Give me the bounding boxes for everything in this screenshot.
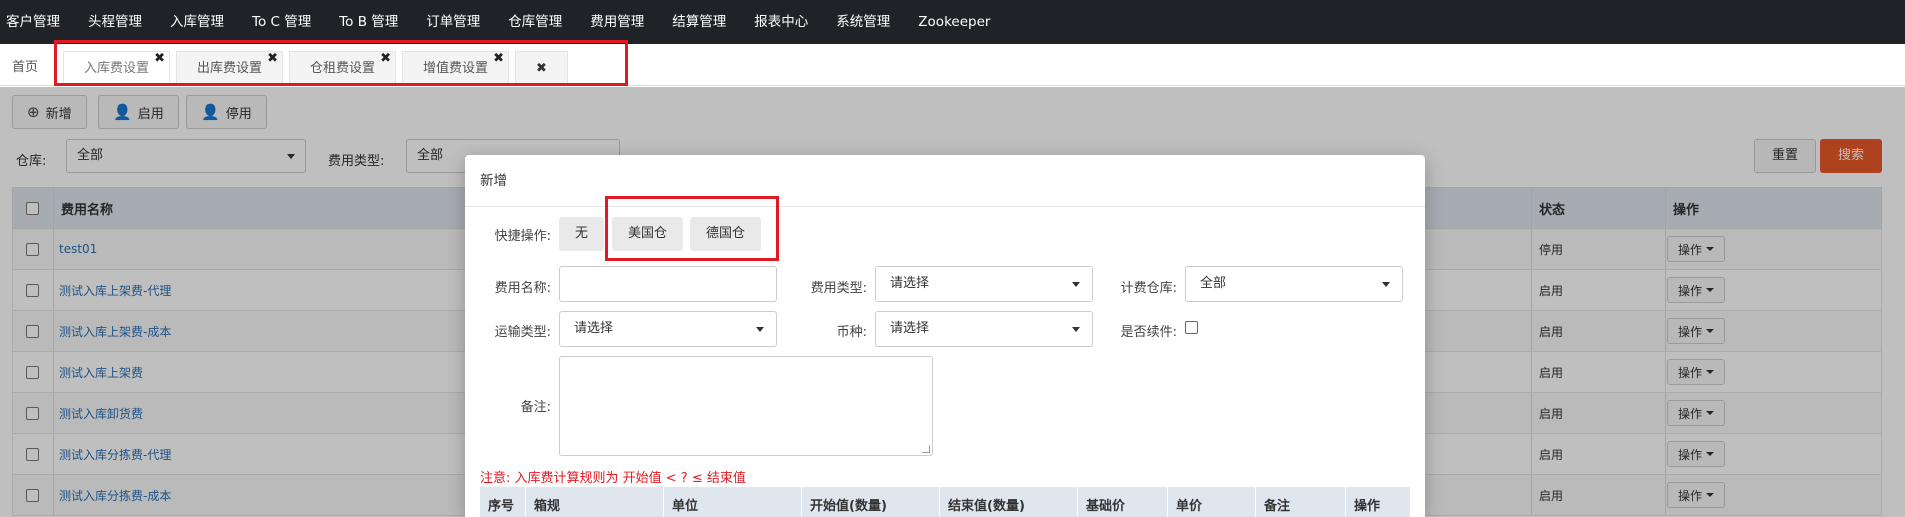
rule-table-header: 序号 箱规 单位 开始值(数量) 结束值(数量) 基础价 单价 备注 操作 [480, 487, 1410, 517]
quick-none-button[interactable]: 无 [559, 217, 605, 251]
close-all-tabs-button[interactable]: ✖ [515, 51, 568, 85]
renew-label: 是否续件: [1120, 325, 1177, 340]
tab-label: 增值费设置 [423, 61, 489, 76]
rule-header-box-spec: 箱规 [526, 487, 664, 517]
nav-zookeeper[interactable]: Zookeeper [904, 0, 1004, 44]
rule-header-end: 结束值(数量) [940, 487, 1078, 517]
quick-action-label: 快捷操作: [494, 229, 551, 244]
fee-type-select[interactable]: 请选择 [875, 266, 1093, 302]
fee-type-label: 费用类型: [810, 281, 867, 296]
modal-title: 新增 [465, 155, 1425, 207]
tab-home[interactable]: 首页 [0, 51, 51, 85]
nav-to-b[interactable]: To B 管理 [325, 0, 412, 44]
top-navbar: 客户管理 头程管理 入库管理 To C 管理 To B 管理 订单管理 仓库管理… [0, 0, 1905, 44]
nav-system[interactable]: 系统管理 [822, 0, 904, 44]
currency-value: 请选择 [890, 321, 930, 336]
caret-down-icon [756, 327, 764, 332]
rule-header-unit-price: 单价 [1168, 487, 1256, 517]
fee-name-label: 费用名称: [494, 281, 551, 296]
nav-first-leg[interactable]: 头程管理 [74, 0, 156, 44]
rule-header-remark: 备注 [1256, 487, 1346, 517]
tab-label: 出库费设置 [197, 61, 263, 76]
tab-storage-fee[interactable]: 仓租费设置 ✖ [289, 51, 397, 85]
quick-de-warehouse-button[interactable]: 德国仓 [690, 217, 762, 251]
renew-checkbox[interactable] [1185, 321, 1198, 334]
tab-bar: 首页 入库费设置 ✖ 出库费设置 ✖ 仓租费设置 ✖ 增值费设置 ✖ ✖ [0, 44, 1905, 86]
currency-select[interactable]: 请选择 [875, 311, 1093, 347]
close-icon[interactable]: ✖ [267, 42, 278, 76]
close-icon[interactable]: ✖ [380, 42, 391, 76]
nav-customer[interactable]: 客户管理 [0, 0, 74, 44]
nav-inbound[interactable]: 入库管理 [156, 0, 238, 44]
fee-type-value: 请选择 [890, 276, 930, 291]
add-fee-modal: 新增 快捷操作: 无 美国仓 德国仓 费用名称: 费用类型: 请选择 计费仓库:… [465, 155, 1425, 517]
nav-reports[interactable]: 报表中心 [740, 0, 822, 44]
currency-label: 币种: [836, 325, 867, 340]
tab-value-added-fee[interactable]: 增值费设置 ✖ [402, 51, 510, 85]
transport-type-label: 运输类型: [494, 325, 551, 340]
transport-type-value: 请选择 [574, 321, 614, 336]
caret-down-icon [1072, 282, 1080, 287]
nav-settlement[interactable]: 结算管理 [658, 0, 740, 44]
resize-handle-icon[interactable] [922, 445, 930, 453]
fee-name-input[interactable] [559, 266, 777, 302]
close-icon[interactable]: ✖ [154, 42, 165, 76]
quick-us-warehouse-button[interactable]: 美国仓 [612, 217, 684, 251]
nav-to-c[interactable]: To C 管理 [238, 0, 325, 44]
caret-down-icon [1072, 327, 1080, 332]
remark-textarea[interactable] [559, 356, 933, 456]
tab-label: 入库费设置 [84, 61, 150, 76]
billing-warehouse-label: 计费仓库: [1120, 281, 1177, 296]
rule-header-base-price: 基础价 [1078, 487, 1168, 517]
nav-orders[interactable]: 订单管理 [412, 0, 494, 44]
nav-fees[interactable]: 费用管理 [576, 0, 658, 44]
close-icon[interactable]: ✖ [493, 42, 504, 76]
tab-outbound-fee[interactable]: 出库费设置 ✖ [176, 51, 284, 85]
rule-header-unit: 单位 [664, 487, 802, 517]
remark-label: 备注: [520, 400, 551, 415]
transport-type-select[interactable]: 请选择 [559, 311, 777, 347]
billing-warehouse-value: 全部 [1200, 276, 1227, 291]
tab-label: 仓租费设置 [310, 61, 376, 76]
nav-warehouse[interactable]: 仓库管理 [494, 0, 576, 44]
rule-header-index: 序号 [480, 487, 526, 517]
rule-note: 注意: 入库费计算规则为 开始值 < ? ≤ 结束值 [480, 471, 746, 486]
caret-down-icon [1382, 282, 1390, 287]
billing-warehouse-select[interactable]: 全部 [1185, 266, 1403, 302]
rule-header-action: 操作 [1354, 499, 1381, 514]
tab-inbound-fee[interactable]: 入库费设置 ✖ [63, 51, 171, 85]
rule-header-start: 开始值(数量) [802, 487, 940, 517]
